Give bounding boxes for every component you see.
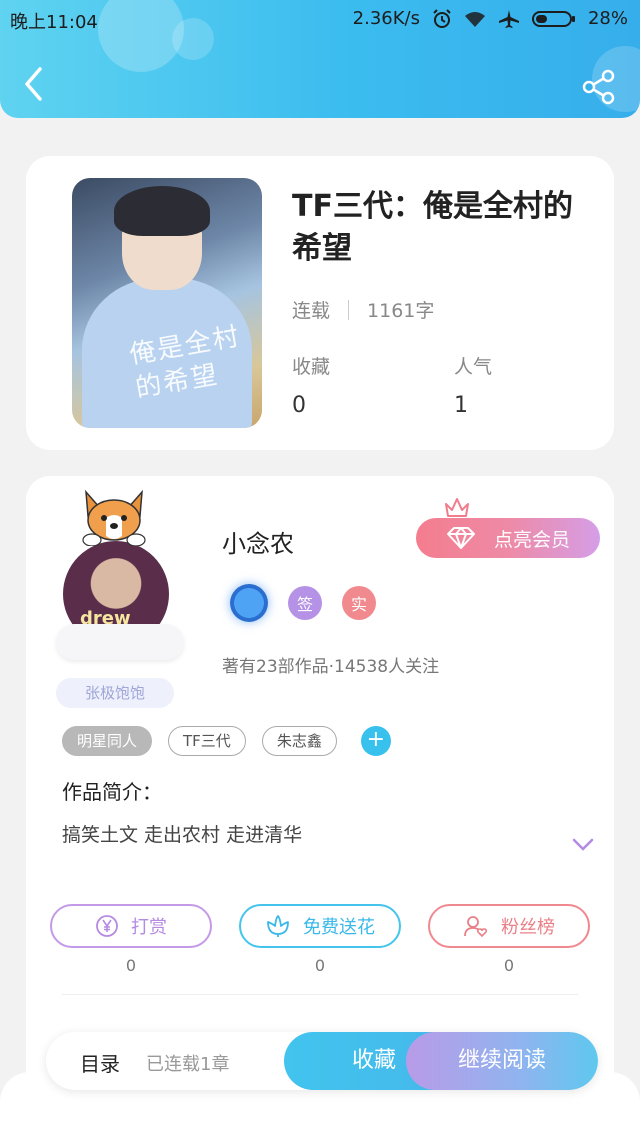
crown-icon: [445, 498, 469, 517]
chevron-down-icon[interactable]: [572, 838, 594, 852]
vip-button-label: 点亮会员: [493, 528, 570, 551]
bottom-action-bar: 目录 已连载1章 收藏 继续阅读: [46, 1032, 598, 1090]
meta-divider: [348, 299, 350, 320]
author-name[interactable]: 小念农: [222, 524, 294, 559]
status-bar: 晚上11:04 2.36K/s 28%: [0, 0, 640, 36]
add-tag-button[interactable]: +: [360, 726, 391, 756]
vip-button[interactable]: 点亮会员: [416, 518, 600, 558]
book-cover[interactable]: 俺是全村的希望: [72, 178, 262, 428]
action-counts: 0 0 0: [50, 956, 590, 975]
tag-list: 明星同人 TF三代 朱志鑫 +: [62, 726, 391, 756]
user-heart-icon: [464, 916, 488, 938]
chevron-left-icon: [25, 67, 42, 101]
tag-item[interactable]: TF三代: [168, 726, 246, 756]
book-title: TF三代：俺是全村的希望: [292, 189, 573, 266]
popularity-stat: 人气 1: [454, 352, 492, 418]
popularity-label: 人气: [454, 356, 493, 378]
book-word-count: 1161字: [367, 300, 435, 322]
book-info-card: 俺是全村的希望 TF三代：俺是全村的希望 连载 1161字 收藏 0 人气 1: [26, 156, 614, 450]
favorites-value: 0: [292, 393, 306, 418]
top-header: 晚上11:04 2.36K/s 28%: [0, 0, 640, 118]
favorites-label: 收藏: [292, 356, 331, 378]
cover-hair: [114, 186, 210, 236]
share-button[interactable]: [580, 68, 618, 106]
toc-chapter-count[interactable]: 已连载1章: [146, 1050, 229, 1076]
reward-label: 打赏: [131, 917, 167, 938]
author-badges: 签 实: [230, 584, 376, 622]
yen-coin-icon: [96, 915, 118, 937]
verified-badge[interactable]: 实: [342, 586, 376, 620]
section-divider: [62, 994, 578, 995]
wifi-icon: [464, 11, 485, 27]
network-speed: 2.36K/s: [352, 8, 420, 29]
alarm-icon: [433, 8, 451, 28]
share-icon: [582, 69, 615, 105]
popularity-value: 1: [454, 393, 468, 418]
flower-label: 免费送花: [303, 917, 375, 938]
diamond-icon: [446, 527, 475, 549]
send-flower-button[interactable]: 免费送花: [239, 904, 401, 948]
battery-icon: [531, 10, 575, 27]
avatar-cloud-frame: [56, 624, 184, 660]
book-meta: 连载 1161字: [292, 296, 434, 323]
intro-text: 搞笑土文 走出农村 走进清华: [62, 824, 303, 846]
continue-reading-button[interactable]: 继续阅读: [406, 1032, 598, 1090]
reward-button[interactable]: 打赏: [50, 904, 212, 948]
toc-button[interactable]: 目录: [80, 1048, 120, 1077]
author-stats: 著有23部作品·14538人关注: [222, 657, 440, 677]
flower-count: 0: [314, 956, 326, 975]
fans-ranking-button[interactable]: 粉丝榜: [428, 904, 590, 948]
book-status: 连载: [292, 300, 331, 322]
fans-count: 0: [503, 956, 515, 975]
corgi-icon: [82, 489, 146, 546]
favorites-stat: 收藏 0: [292, 352, 330, 418]
tag-item[interactable]: 朱志鑫: [261, 726, 337, 756]
intro-label: 作品简介：: [62, 780, 162, 804]
music-badge-icon[interactable]: [230, 584, 268, 622]
signed-badge[interactable]: 签: [288, 586, 322, 620]
back-button[interactable]: [20, 64, 50, 104]
battery-percent: 28%: [587, 8, 628, 29]
tag-item[interactable]: 明星同人: [62, 726, 153, 756]
action-buttons: 打赏 免费送花 粉丝榜: [50, 904, 590, 948]
fans-label: 粉丝榜: [501, 917, 555, 938]
author-avatar[interactable]: drew 张极饱饱: [48, 488, 208, 708]
flower-icon: [267, 915, 289, 937]
airplane-icon: [498, 9, 519, 28]
reward-count: 0: [125, 956, 137, 975]
status-time: 晚上11:04: [10, 12, 98, 33]
avatar-caption: 张极饱饱: [56, 678, 174, 708]
